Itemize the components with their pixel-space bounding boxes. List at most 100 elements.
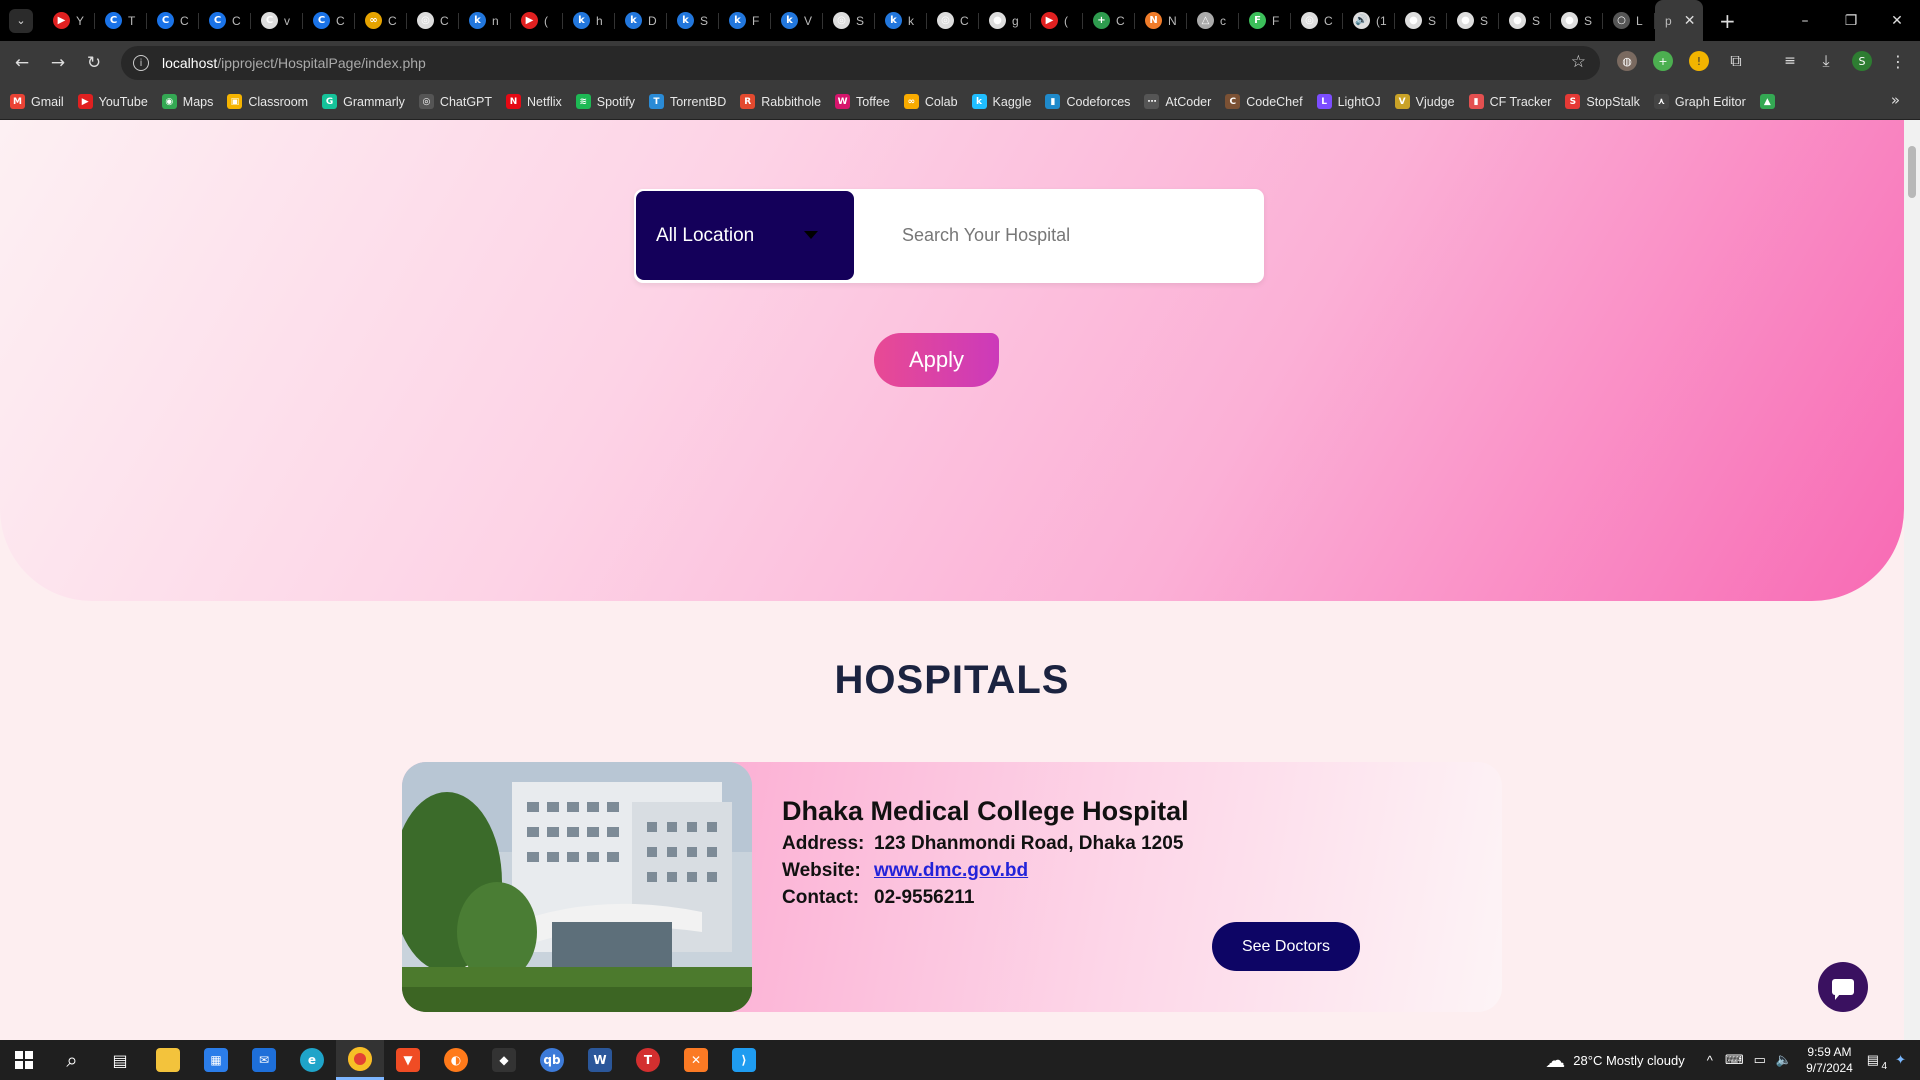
bookmark-item[interactable]: W Toffee (835, 94, 890, 109)
see-doctors-button[interactable]: See Doctors (1212, 922, 1360, 971)
tab[interactable]: △ c (1187, 0, 1239, 41)
extension-info-icon[interactable]: ! (1689, 51, 1709, 71)
bookmark-item[interactable]: ▲ (1759, 94, 1781, 109)
hospital-search-input[interactable] (902, 213, 1242, 257)
mail-icon[interactable]: ✉ (240, 1040, 288, 1080)
page-scrollbar[interactable] (1904, 120, 1920, 1040)
bookmark-item[interactable]: ∞ Colab (903, 94, 958, 109)
bookmark-item[interactable]: ▣ Classroom (227, 94, 308, 109)
bookmark-item[interactable]: G Grammarly (322, 94, 405, 109)
scrollbar-thumb[interactable] (1908, 146, 1916, 198)
tray-chevron-icon[interactable]: ^ (1707, 1053, 1713, 1068)
profile-avatar[interactable]: S (1852, 51, 1872, 71)
microsoft-store-icon[interactable]: ▦ (192, 1040, 240, 1080)
tab[interactable]: ∞ C (355, 0, 407, 41)
minimize-button[interactable]: – (1782, 13, 1828, 29)
tab[interactable]: ● S (1551, 0, 1603, 41)
tab[interactable]: Cv (251, 0, 303, 41)
tab[interactable]: CT (95, 0, 147, 41)
tab[interactable]: ● S (1499, 0, 1551, 41)
game-app-icon[interactable]: ◆ (480, 1040, 528, 1080)
bookmark-item[interactable]: C CodeChef (1225, 94, 1303, 109)
browser-menu-icon[interactable]: ⋮ (1888, 51, 1908, 71)
tab[interactable]: + C (1083, 0, 1135, 41)
qbittorrent-icon[interactable]: qb (528, 1040, 576, 1080)
word-icon[interactable]: W (576, 1040, 624, 1080)
reload-button[interactable]: ↻ (76, 53, 112, 73)
weather-icon[interactable]: ☁ (1545, 1048, 1565, 1073)
bookmark-item[interactable]: ≋ Spotify (575, 94, 635, 109)
back-button[interactable]: ← (4, 53, 40, 73)
notification-icon[interactable]: ▤ 4 (1867, 1052, 1887, 1072)
brave-icon[interactable]: ▼ (384, 1040, 432, 1080)
bookmark-item[interactable]: S StopStalk (1565, 94, 1640, 109)
bookmark-star-icon[interactable]: ☆ (1571, 52, 1586, 72)
tab[interactable]: ● S (1395, 0, 1447, 41)
extension-plus-icon[interactable]: + (1653, 51, 1673, 71)
bookmark-item[interactable]: ◉ Maps (161, 94, 213, 109)
tab[interactable]: kV (771, 0, 823, 41)
tab[interactable]: kS (667, 0, 719, 41)
address-bar[interactable]: i localhost/ipproject/HospitalPage/index… (121, 46, 1600, 80)
xampp-icon[interactable]: ✕ (672, 1040, 720, 1080)
edge-icon[interactable]: e (288, 1040, 336, 1080)
media-control-icon[interactable]: ≡ (1780, 51, 1800, 71)
location-select[interactable]: All Location (636, 191, 854, 280)
extension-icon[interactable]: ◍ (1617, 51, 1637, 71)
tab[interactable]: 🔊 (1 (1343, 0, 1395, 41)
task-view-icon[interactable]: ▤ (96, 1040, 144, 1080)
copilot-icon[interactable]: ✦ (1895, 1052, 1906, 1068)
close-window-button[interactable]: ✕ (1874, 13, 1920, 29)
tab-search-button[interactable]: ⌄ (9, 8, 33, 33)
tab[interactable]: CC (199, 0, 251, 41)
volume-icon[interactable]: 🔈 (1776, 1052, 1792, 1068)
bookmark-item[interactable]: k Kaggle (971, 94, 1031, 109)
tab[interactable]: NN (1135, 0, 1187, 41)
clock[interactable]: 9:59 AM 9/7/2024 (1806, 1044, 1853, 1076)
weather-text[interactable]: 28°C Mostly cloudy (1573, 1053, 1684, 1068)
search-icon[interactable]: ⌕ (48, 1040, 96, 1080)
bookmark-item[interactable]: M Gmail (10, 94, 64, 109)
tab[interactable]: ◎ S (823, 0, 875, 41)
bookmark-item[interactable]: ⋯ AtCoder (1144, 94, 1211, 109)
tab[interactable]: ◎ C (1291, 0, 1343, 41)
bookmark-item[interactable]: N Netflix (506, 94, 562, 109)
bookmark-item[interactable]: ▶ YouTube (77, 94, 148, 109)
bookmark-item[interactable]: L LightOJ (1316, 94, 1381, 109)
tab[interactable]: ◎ C (927, 0, 979, 41)
bookmark-item[interactable]: T TorrentBD (648, 94, 726, 109)
bookmark-item[interactable]: ▮ Codeforces (1045, 94, 1130, 109)
apply-button[interactable]: Apply (874, 333, 999, 387)
tab[interactable]: kk (875, 0, 927, 41)
bookmark-item[interactable]: ⋏ Graph Editor (1653, 94, 1746, 109)
extensions-puzzle-icon[interactable]: ⧉ (1726, 51, 1746, 71)
tab[interactable]: ◎ C (407, 0, 459, 41)
hospital-website-link[interactable]: www.dmc.gov.bd (874, 860, 1028, 882)
tab[interactable]: kF (719, 0, 771, 41)
firefox-icon[interactable]: ◐ (432, 1040, 480, 1080)
tab[interactable]: ▶( (511, 0, 563, 41)
input-language-icon[interactable]: ⌨ (1725, 1052, 1744, 1068)
tab[interactable]: kn (459, 0, 511, 41)
chrome-icon[interactable] (336, 1040, 384, 1080)
download-icon[interactable]: ⤓ (1816, 51, 1836, 71)
tab[interactable]: FF (1239, 0, 1291, 41)
tab[interactable]: CC (147, 0, 199, 41)
bookmark-item[interactable]: ◎ ChatGPT (418, 94, 492, 109)
file-explorer-icon[interactable] (144, 1040, 192, 1080)
tab[interactable]: ▶( (1031, 0, 1083, 41)
tab[interactable]: ○ L (1603, 0, 1655, 41)
tab-active[interactable]: p ✕ (1655, 0, 1703, 41)
tab[interactable]: ● S (1447, 0, 1499, 41)
bookmark-item[interactable]: V Vjudge (1394, 94, 1455, 109)
close-tab-icon[interactable]: ✕ (1684, 13, 1696, 29)
forward-button[interactable]: → (40, 53, 76, 73)
chat-button[interactable] (1818, 962, 1868, 1012)
vscode-icon[interactable]: ⟩ (720, 1040, 768, 1080)
start-button[interactable] (0, 1040, 48, 1080)
typing-app-icon[interactable]: T (624, 1040, 672, 1080)
tab[interactable]: ▶ Y (43, 0, 95, 41)
new-tab-button[interactable]: + (1719, 9, 1736, 33)
tab[interactable]: kD (615, 0, 667, 41)
bookmarks-overflow-icon[interactable]: » (1891, 91, 1900, 109)
